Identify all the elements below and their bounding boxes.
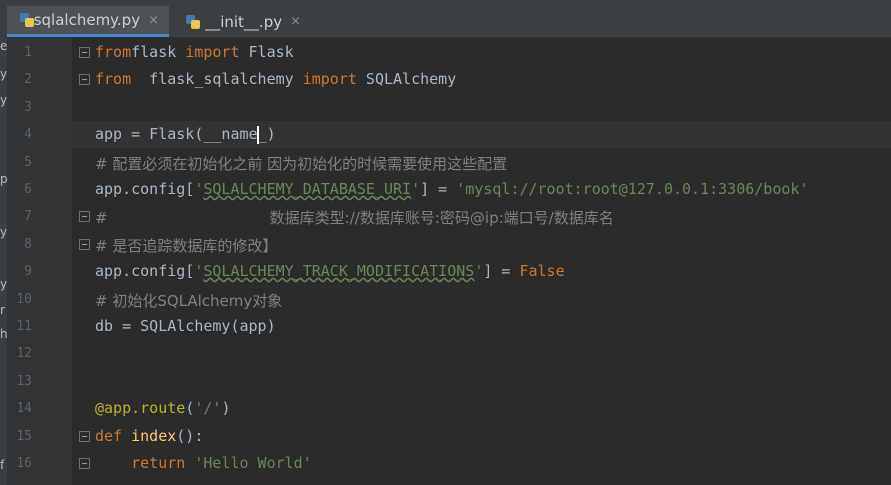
tab-sqlalchemy-py[interactable]: sqlalchemy.py × bbox=[7, 6, 169, 37]
code-token: '/' bbox=[194, 399, 222, 417]
code-token: return bbox=[131, 454, 195, 472]
code-token: ' bbox=[474, 262, 484, 280]
code-token: 'mysql://root:root@127.0.0.1:3306/book' bbox=[456, 180, 809, 198]
code-token: Flask bbox=[239, 43, 294, 61]
fold-marker-icon[interactable] bbox=[79, 74, 90, 85]
code-line[interactable] bbox=[72, 368, 891, 395]
code-token: import bbox=[185, 43, 240, 61]
code-token: SQLAlchemy bbox=[356, 70, 457, 88]
project-tree-fragment[interactable]: f bbox=[0, 458, 4, 472]
line-number: 16 bbox=[16, 456, 32, 471]
code-token: SQLALCHEMY_DATABASE_URI bbox=[203, 180, 412, 198]
line-number: 4 bbox=[24, 127, 32, 142]
code-token: from bbox=[95, 70, 132, 88]
tab-init-py[interactable]: __init__.py × bbox=[173, 6, 311, 37]
code-token: @app.route bbox=[95, 399, 186, 417]
code-token: ] = bbox=[420, 180, 457, 198]
fold-marker-icon[interactable] bbox=[79, 211, 90, 222]
code-text: fromflask import Flask bbox=[95, 43, 294, 61]
line-number: 6 bbox=[24, 182, 32, 197]
project-tree-fragment[interactable]: h bbox=[0, 327, 7, 341]
fold-marker-icon[interactable] bbox=[79, 239, 90, 250]
project-tree-fragment[interactable]: e bbox=[0, 39, 7, 53]
code-token: db = SQLAlchemy(app) bbox=[95, 317, 276, 335]
fold-marker-icon[interactable] bbox=[79, 458, 90, 469]
close-tab-icon[interactable]: × bbox=[148, 13, 159, 28]
code-token: index bbox=[131, 427, 177, 445]
code-token: (): bbox=[176, 427, 204, 445]
code-text: # 数据库类型://数据库账号:密码@ip:端口号/数据库名 bbox=[95, 207, 614, 228]
code-text: app.config[ 'SQLALCHEMY_TRACK_MODIFICATIO… bbox=[95, 262, 565, 280]
code-token: 'Hello World' bbox=[194, 454, 312, 472]
line-number: 1 bbox=[24, 45, 32, 60]
code-token: app.config[ bbox=[95, 180, 195, 198]
code-text: return 'Hello World' bbox=[95, 454, 312, 472]
code-token: ( bbox=[185, 399, 195, 417]
code-line[interactable] bbox=[72, 94, 891, 121]
project-tree-fragment[interactable]: y bbox=[0, 93, 7, 107]
code-token: _) bbox=[257, 125, 276, 143]
code-text: # 初始化SQLAlchemy对象 bbox=[95, 290, 282, 311]
line-number: 8 bbox=[24, 237, 32, 252]
line-number: 14 bbox=[16, 401, 32, 416]
tab-label: __init__.py bbox=[205, 12, 283, 31]
line-number: 12 bbox=[16, 346, 32, 361]
project-panel-edge[interactable]: eyypyyrhf bbox=[0, 0, 7, 485]
fold-marker-icon[interactable] bbox=[79, 47, 90, 58]
project-tree-fragment[interactable]: r bbox=[0, 303, 5, 317]
code-token: flask bbox=[131, 43, 186, 61]
code-text: # 是否追踪数据库的修改】 bbox=[95, 235, 277, 256]
line-number: 9 bbox=[24, 264, 32, 279]
code-token: ) bbox=[221, 399, 231, 417]
line-number: 15 bbox=[16, 429, 32, 444]
python-file-icon bbox=[185, 14, 200, 30]
code-token: False bbox=[519, 262, 565, 280]
code-token: flask_sqlalchemy bbox=[131, 70, 303, 88]
python-file-icon bbox=[19, 12, 34, 28]
project-tree-fragment[interactable]: y bbox=[0, 67, 7, 81]
line-number: 7 bbox=[24, 209, 32, 224]
code-text: def index(): bbox=[95, 427, 203, 445]
code-token: ' bbox=[411, 180, 421, 198]
code-token: from bbox=[95, 43, 132, 61]
code-token: app.config[ bbox=[95, 262, 195, 280]
code-token: app = Flask(__name bbox=[95, 125, 258, 143]
code-token: ] = bbox=[483, 262, 520, 280]
project-tree-fragment[interactable]: p bbox=[0, 172, 7, 186]
project-tree-fragment[interactable]: y bbox=[0, 225, 7, 239]
line-number: 11 bbox=[16, 319, 32, 334]
code-token: # 数据库类型://数据库账号:密码@ip:端口号/数据库名 bbox=[95, 209, 614, 227]
code-token: # 是否追踪数据库的修改】 bbox=[95, 237, 278, 255]
fold-marker-icon[interactable] bbox=[79, 431, 90, 442]
code-line[interactable] bbox=[72, 340, 891, 367]
code-token: # 初始化SQLAlchemy对象 bbox=[95, 292, 283, 310]
code-token: SQLALCHEMY_TRACK_MODIFICATIONS bbox=[203, 262, 475, 280]
code-text: app.config['SQLALCHEMY_DATABASE_URI'] = … bbox=[95, 180, 808, 198]
project-tree-fragment[interactable]: y bbox=[0, 277, 7, 291]
code-text: db = SQLAlchemy(app) bbox=[95, 317, 276, 335]
close-tab-icon[interactable]: × bbox=[290, 14, 301, 29]
code-token: # 配置必须在初始化之前 因为初始化的时候需要使用这些配置 bbox=[95, 155, 508, 173]
line-number: 3 bbox=[24, 100, 32, 115]
code-token: import bbox=[302, 70, 357, 88]
code-text: # 配置必须在初始化之前 因为初始化的时候需要使用这些配置 bbox=[95, 153, 507, 174]
code-token: def bbox=[95, 427, 132, 445]
line-number: 2 bbox=[24, 72, 32, 87]
line-number: 10 bbox=[16, 292, 32, 307]
code-text: from flask_sqlalchemy import SQLAlchemy bbox=[95, 70, 456, 88]
line-number: 5 bbox=[24, 155, 32, 170]
editor-tab-bar: sqlalchemy.py × __init__.py × bbox=[7, 0, 891, 38]
code-text: @app.route('/') bbox=[95, 399, 230, 417]
line-number: 13 bbox=[16, 374, 32, 389]
tab-label: sqlalchemy.py bbox=[33, 11, 141, 29]
code-text: app = Flask(__name_) bbox=[95, 125, 276, 144]
